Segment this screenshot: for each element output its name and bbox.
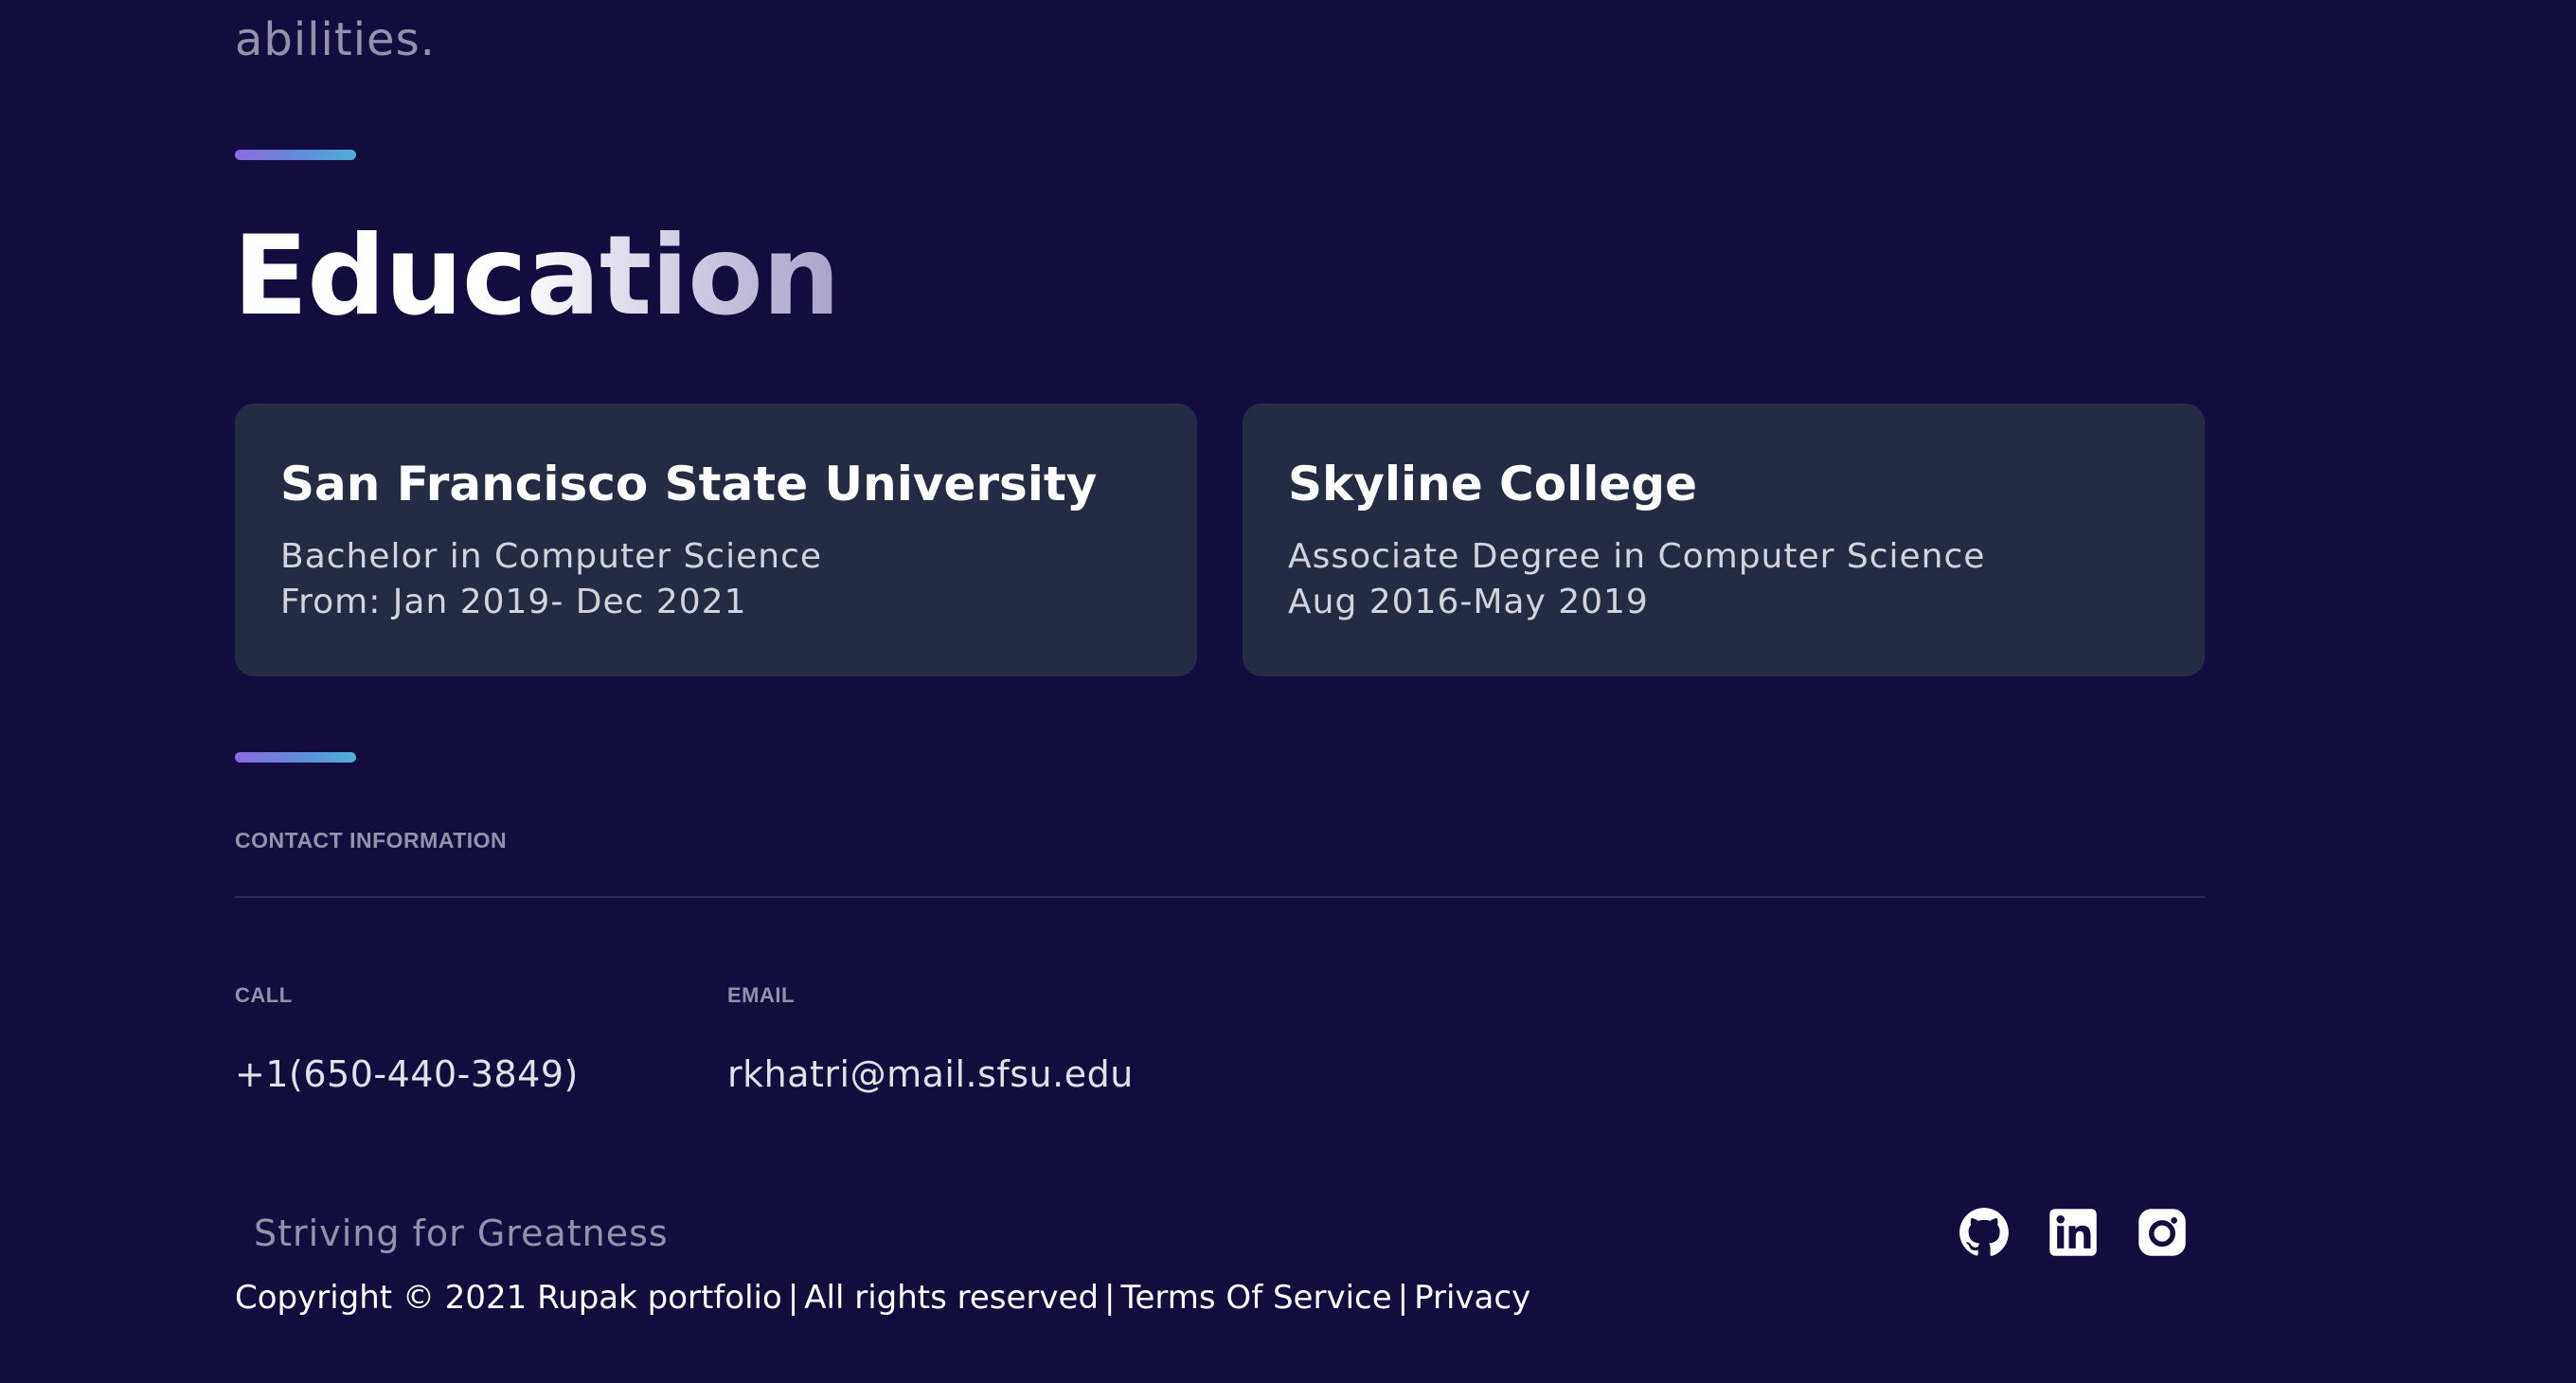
github-icon[interactable] <box>1959 1207 2010 1258</box>
school-name: San Francisco State University <box>280 457 1098 512</box>
linkedin-icon-graphic <box>2049 1209 2097 1256</box>
separator: | <box>1397 1279 1409 1317</box>
education-card: Skyline College Associate Degree in Comp… <box>1243 404 2205 676</box>
separator: | <box>787 1279 799 1317</box>
dates-text: Aug 2016-May 2019 <box>1288 583 1649 621</box>
social-links <box>1959 1207 2188 1258</box>
contact-divider-line <box>235 896 2205 898</box>
github-icon-graphic <box>1959 1208 2009 1256</box>
email-link[interactable]: rkhatri@mail.sfsu.edu <box>727 1053 1134 1095</box>
email-label: EMAIL <box>727 983 795 1007</box>
dates-text: From: Jan 2019- Dec 2021 <box>280 583 747 621</box>
intro-text-tail: abilities. <box>235 13 436 66</box>
separator: | <box>1104 1279 1116 1317</box>
copyright-row: Copyright © 2021 Rupak portfolio | All rig… <box>235 1279 1530 1317</box>
call-label: CALL <box>235 983 293 1007</box>
phone-number-link[interactable]: +1(650-440-3849) <box>235 1053 579 1095</box>
footer-tagline: Striving for Greatness <box>254 1212 669 1254</box>
portfolio-page: abilities. Education San Francisco State… <box>0 0 2576 1383</box>
section-divider <box>235 150 356 160</box>
instagram-icon[interactable] <box>2137 1207 2188 1258</box>
contact-heading: CONTACT INFORMATION <box>235 828 508 853</box>
privacy-link[interactable]: Privacy <box>1414 1279 1530 1317</box>
school-name: Skyline College <box>1288 457 1697 512</box>
section-divider <box>235 752 356 763</box>
copyright-text: Copyright © 2021 Rupak portfolio <box>235 1279 782 1317</box>
instagram-icon-graphic <box>2138 1209 2186 1256</box>
degree-text: Associate Degree in Computer Science <box>1288 537 1986 576</box>
degree-text: Bachelor in Computer Science <box>280 537 823 576</box>
education-card: San Francisco State University Bachelor … <box>235 404 1197 676</box>
education-title: Education <box>233 210 840 343</box>
terms-of-service-link[interactable]: Terms Of Service <box>1121 1279 1392 1317</box>
linkedin-icon[interactable] <box>2048 1207 2099 1258</box>
rights-text: All rights reserved <box>804 1279 1100 1317</box>
